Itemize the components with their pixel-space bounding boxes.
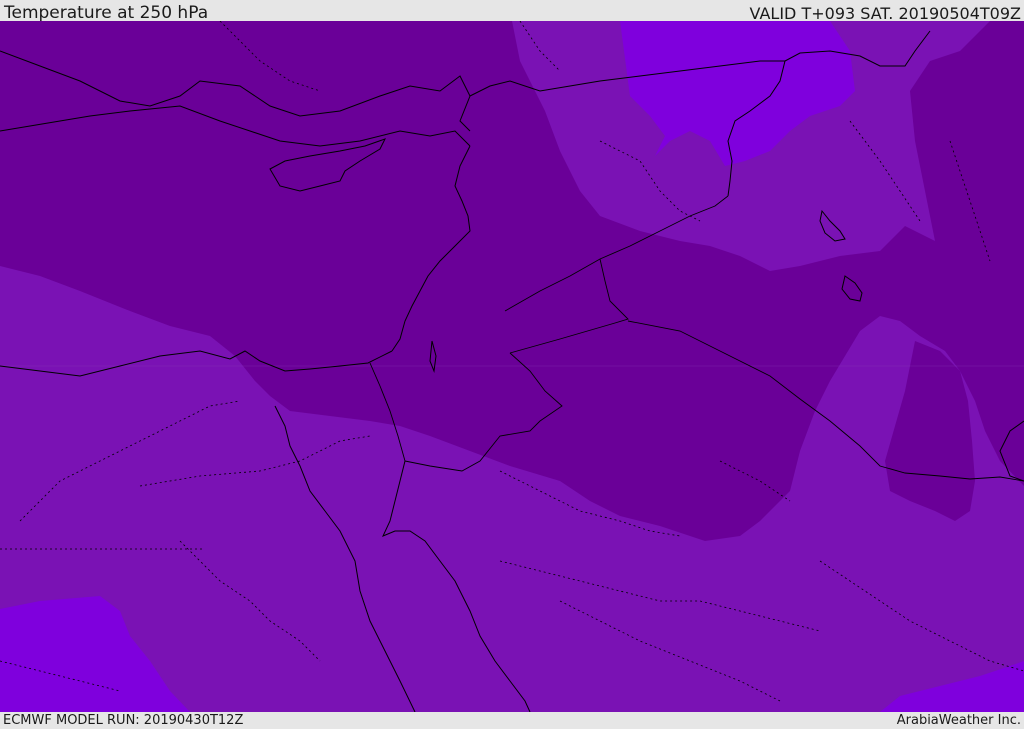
map-title: Temperature at 250 hPa — [4, 3, 209, 23]
model-run-label: ECMWF MODEL RUN: 20190430T12Z — [3, 713, 244, 728]
credit-label: ArabiaWeather Inc. — [896, 713, 1021, 728]
header-bar: Temperature at 250 hPa VALID T+093 SAT. … — [0, 0, 1024, 23]
temperature-map — [0, 21, 1024, 712]
map-area — [0, 21, 1024, 712]
footer-bar: ECMWF MODEL RUN: 20190430T12Z ArabiaWeat… — [0, 712, 1024, 729]
